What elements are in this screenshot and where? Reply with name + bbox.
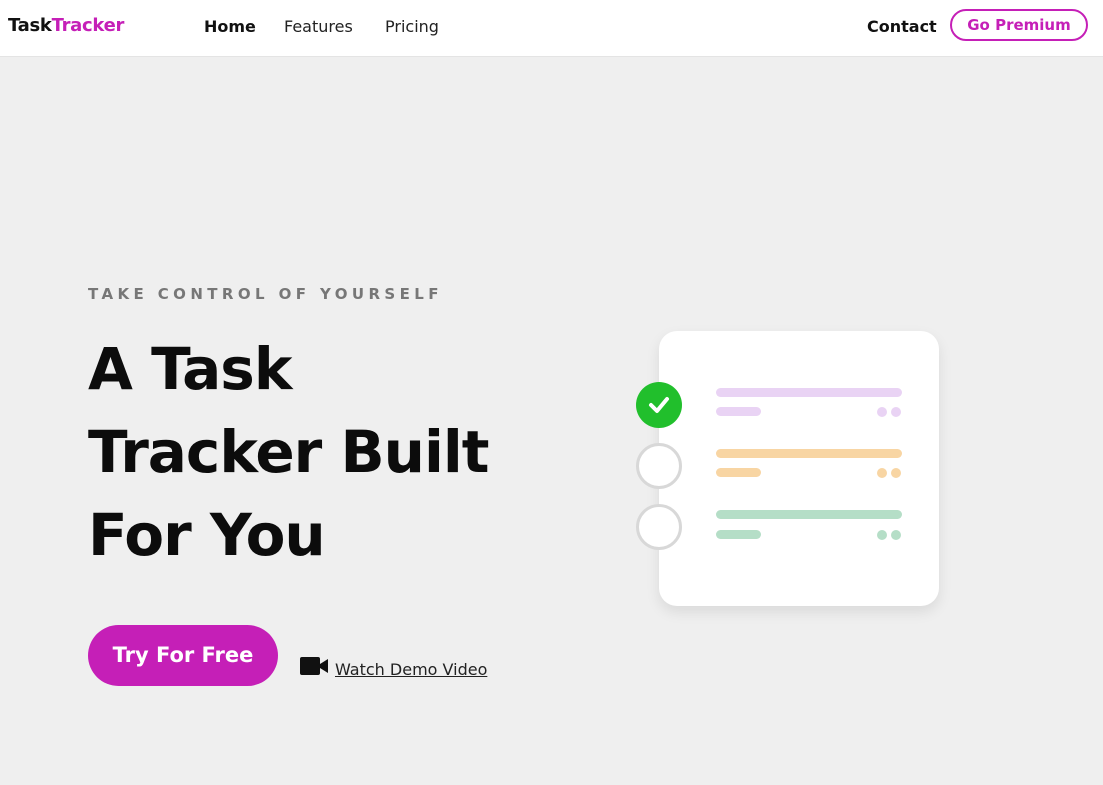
headline-line-2: Tracker Built	[88, 418, 489, 486]
headline-line-3: For You	[88, 501, 326, 569]
watch-demo-link[interactable]: Watch Demo Video	[335, 660, 487, 679]
check-icon	[649, 397, 669, 413]
task-dot	[891, 407, 901, 417]
task-subline-2	[716, 468, 761, 477]
task-subline-3	[716, 530, 761, 539]
headline-line-1: A Task	[88, 335, 292, 403]
task-dot	[891, 530, 901, 540]
nav-pricing[interactable]: Pricing	[385, 17, 439, 36]
nav-contact[interactable]: Contact	[867, 17, 937, 36]
logo-tracker: Tracker	[51, 15, 125, 36]
logo[interactable]: TaskTracker	[8, 15, 124, 36]
task-checkbox-empty	[636, 504, 682, 550]
task-checkbox-checked	[636, 382, 682, 428]
task-subline-1	[716, 407, 761, 416]
try-for-free-button[interactable]: Try For Free	[88, 625, 278, 686]
video-camera-icon[interactable]	[300, 657, 328, 675]
task-line-2	[716, 449, 902, 458]
hero-headline: A Task Tracker Built For You	[88, 328, 558, 577]
hero-eyebrow: TAKE CONTROL OF YOURSELF	[88, 285, 443, 303]
navbar: TaskTracker Home Features Pricing Contac…	[0, 0, 1103, 57]
logo-task: Task	[8, 15, 52, 36]
task-line-3	[716, 510, 902, 519]
nav-home[interactable]: Home	[204, 17, 256, 36]
task-checkbox-empty	[636, 443, 682, 489]
task-dot	[877, 407, 887, 417]
task-dot	[877, 468, 887, 478]
go-premium-button[interactable]: Go Premium	[950, 9, 1088, 41]
nav-features[interactable]: Features	[284, 17, 353, 36]
task-line-1	[716, 388, 902, 397]
task-dot	[877, 530, 887, 540]
task-dot	[891, 468, 901, 478]
